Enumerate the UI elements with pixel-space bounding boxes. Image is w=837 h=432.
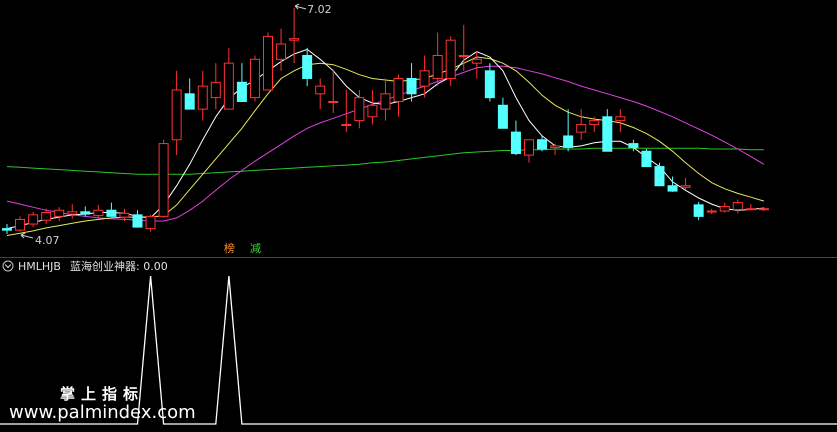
candle[interactable] xyxy=(641,148,652,168)
indicator-title: 蓝海创业神器: 0.00 xyxy=(70,259,168,273)
candle[interactable] xyxy=(263,32,273,91)
signal-marker-jian: 减 xyxy=(250,242,261,255)
indicator-header: HMLHJB 蓝海创业神器: 0.00 xyxy=(2,259,168,273)
high-price-label: 7.02 xyxy=(307,3,332,16)
candle[interactable] xyxy=(654,162,665,187)
kline-chart[interactable]: 7.02 4.07 榜 减 HMLHJB 蓝海创业神器: 0.00 掌上指标 w… xyxy=(0,0,837,432)
candle[interactable] xyxy=(249,55,260,102)
low-price-label: 4.07 xyxy=(35,234,60,247)
signal-marker-bang: 榜 xyxy=(224,241,235,255)
candle[interactable] xyxy=(445,36,456,87)
watermark-cn: 掌上指标 xyxy=(60,385,144,403)
watermark-url: www.palmindex.com xyxy=(9,402,196,423)
candle[interactable] xyxy=(158,139,169,218)
indicator-name: HMLHJB xyxy=(18,260,61,273)
